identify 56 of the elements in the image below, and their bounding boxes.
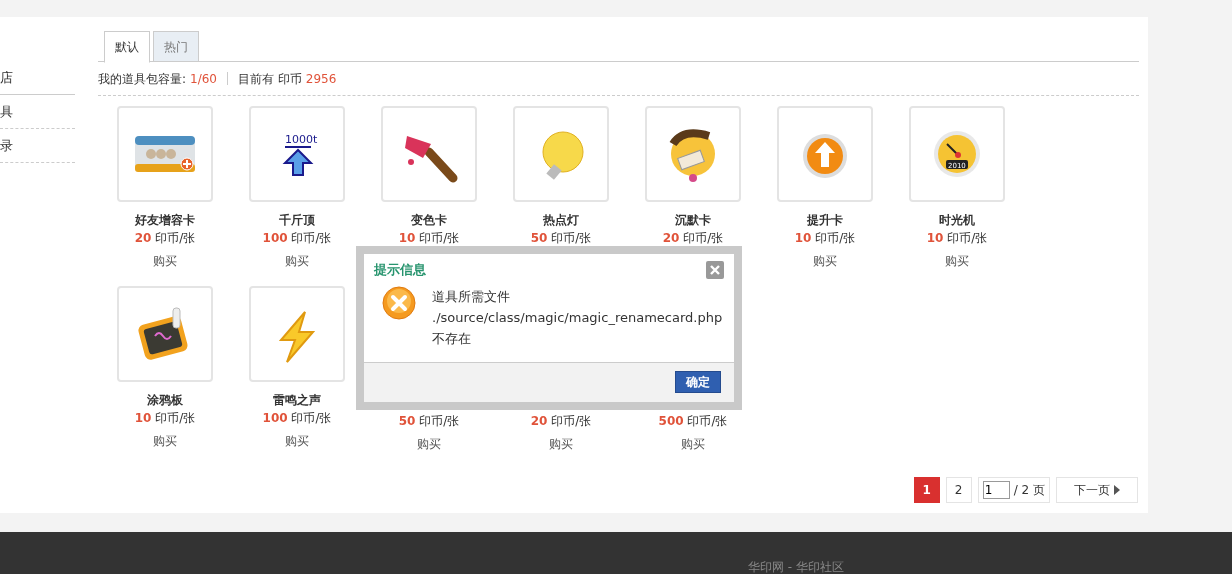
tab[interactable]: 默认 bbox=[104, 31, 150, 63]
error-message: 道具所需文件 ./source/class/magic/magic_renamecard.php 不存在 bbox=[432, 287, 724, 348]
item-name: 热点灯 bbox=[543, 212, 579, 228]
close-button[interactable] bbox=[706, 260, 724, 279]
footer-links: 华印网 - 华印社区 bbox=[748, 559, 844, 574]
item-name: 提升卡 bbox=[807, 212, 843, 228]
item-price: 20 印币/张 bbox=[134, 230, 196, 246]
item-name: 涂鸦板 bbox=[147, 392, 183, 408]
item-image-frame[interactable] bbox=[381, 106, 477, 202]
dialog-title: 提示信息 bbox=[374, 261, 426, 279]
caret-icon bbox=[1114, 485, 1120, 495]
item-name: 千斤顶 bbox=[279, 212, 315, 228]
item-name: 沉默卡 bbox=[675, 212, 711, 228]
item-price: 10 印币/张 bbox=[398, 230, 460, 246]
item-price: 10 印币/张 bbox=[926, 230, 988, 246]
buy-link[interactable]: 购买 bbox=[945, 252, 969, 270]
item-image-frame[interactable] bbox=[117, 286, 213, 382]
close-icon bbox=[710, 264, 720, 275]
ok-button[interactable]: 确定 bbox=[675, 371, 721, 394]
item-name: 雷鸣之声 bbox=[273, 392, 321, 408]
page-input[interactable]: 1 bbox=[982, 481, 1010, 499]
item-image-frame[interactable] bbox=[645, 106, 741, 202]
capacity-value: 1/60 bbox=[190, 71, 217, 88]
error-icon bbox=[382, 285, 416, 320]
buy-link[interactable]: 购买 bbox=[153, 432, 177, 450]
buy-link[interactable]: 购买 bbox=[417, 435, 441, 453]
page-button[interactable]: 1 bbox=[913, 477, 940, 503]
sidebar-item[interactable]: 录 bbox=[0, 129, 75, 163]
page-total: / 2 页 bbox=[1013, 482, 1045, 499]
sidebar-item[interactable]: 具 bbox=[0, 95, 75, 129]
sidebar-item[interactable]: 店 bbox=[0, 61, 75, 95]
item-price: 20 印币/张 bbox=[662, 230, 724, 246]
item-price: 50 印币/张 bbox=[530, 230, 592, 246]
coins-label: 目前有 印币 bbox=[238, 71, 302, 88]
buy-link[interactable]: 购买 bbox=[813, 252, 837, 270]
buy-link[interactable]: 购买 bbox=[549, 435, 573, 453]
item-name: 时光机 bbox=[939, 212, 975, 228]
buy-link[interactable]: 购买 bbox=[285, 432, 309, 450]
item-price: 500 印币/张 bbox=[658, 413, 728, 429]
item-image-frame[interactable]: 1000t bbox=[249, 106, 345, 202]
buy-link[interactable]: 购买 bbox=[285, 252, 309, 270]
item-price: 10 印币/张 bbox=[794, 230, 856, 246]
capacity-label: 我的道具包容量: bbox=[98, 71, 187, 88]
page-button[interactable]: 2 bbox=[945, 477, 972, 503]
buy-link[interactable]: 购买 bbox=[681, 435, 705, 453]
next-page-button[interactable]: 下一页 bbox=[1056, 477, 1138, 503]
item-name: 好友增容卡 bbox=[135, 212, 195, 228]
item-price: 100 印币/张 bbox=[262, 230, 332, 246]
tab[interactable]: 热门 bbox=[153, 31, 199, 62]
item-price: 50 印币/张 bbox=[398, 413, 460, 429]
coins-value: 2956 bbox=[305, 71, 337, 88]
item-price: 10 印币/张 bbox=[134, 410, 196, 426]
buy-link[interactable]: 购买 bbox=[153, 252, 177, 270]
item-price: 20 印币/张 bbox=[530, 413, 592, 429]
item-name: 变色卡 bbox=[411, 212, 447, 228]
item-price: 100 印币/张 bbox=[262, 410, 332, 426]
